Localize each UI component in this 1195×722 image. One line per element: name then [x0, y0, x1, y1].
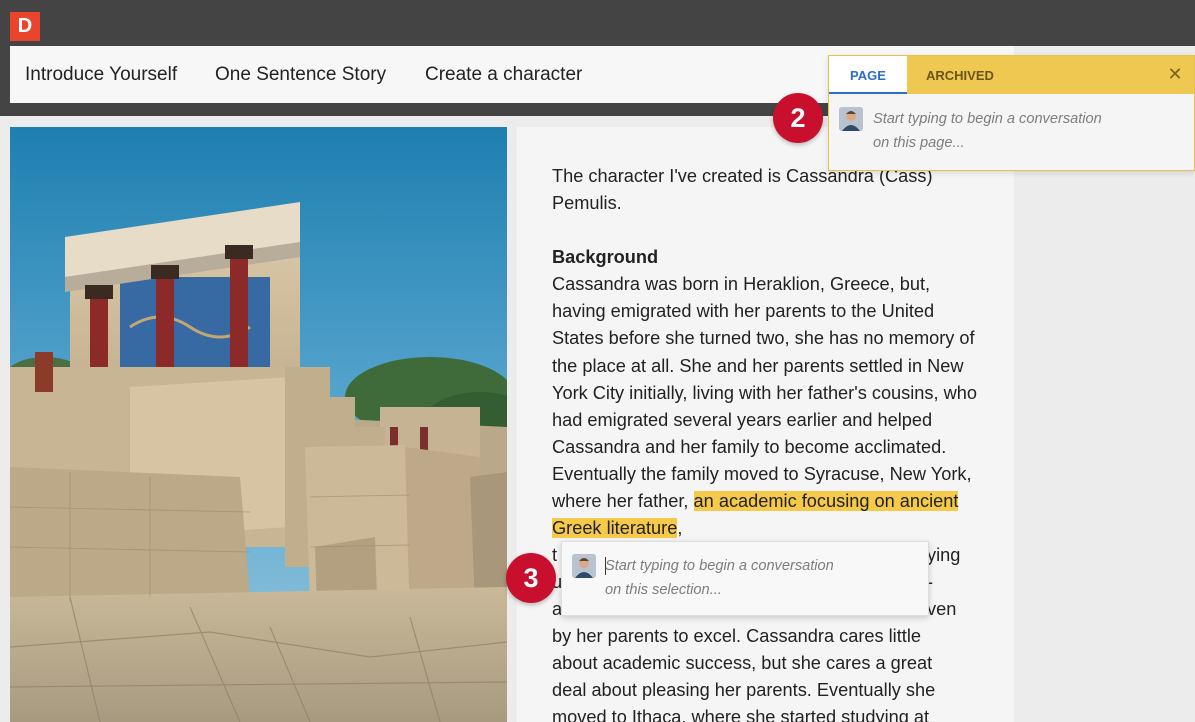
selection-placeholder-line2: on this selection...: [605, 582, 722, 598]
article-body: Cassandra was born in Heraklion, Greece,…: [552, 271, 982, 542]
body-line-3: deal about pleasing her parents. Eventua…: [552, 680, 936, 700]
nav-item-create-a-character[interactable]: Create a character: [425, 64, 582, 86]
page-comments-panel: PAGE ARCHIVED ✕ Start typing to begin a …: [828, 55, 1195, 171]
nav-item-one-sentence-story[interactable]: One Sentence Story: [215, 64, 386, 86]
article-text: The character I've created is Cassandra …: [552, 163, 982, 542]
article-intro: The character I've created is Cassandra …: [552, 166, 933, 214]
body-text-before: Cassandra was born in Heraklion, Greece,…: [552, 274, 977, 512]
app-logo[interactable]: D: [10, 12, 40, 41]
tab-page[interactable]: PAGE: [829, 56, 907, 94]
selection-comment-popup: Start typing to begin a conversation on …: [561, 541, 929, 616]
body-fragment-right-3: ven: [927, 599, 957, 619]
nav-item-introduce-yourself[interactable]: Introduce Yourself: [25, 64, 177, 86]
callout-badge-3: 3: [506, 553, 556, 603]
body-text-fragment: ,: [677, 518, 683, 539]
tab-archived[interactable]: ARCHIVED: [926, 56, 994, 94]
top-bar: D: [0, 0, 1195, 46]
article-panel: The character I've created is Cassandra …: [517, 127, 1014, 722]
page-comment-placeholder-line2: on this page...: [873, 135, 965, 151]
body-line-2: about academic success, but she cares a …: [552, 653, 933, 673]
close-icon[interactable]: ✕: [1166, 65, 1184, 83]
section-heading: Background: [552, 247, 659, 268]
page-comment-input[interactable]: Start typing to begin a conversation on …: [873, 107, 1173, 155]
selection-placeholder-line1: Start typing to begin a conversation: [605, 558, 834, 574]
body-line-4: moved to Ithaca, where she started study…: [552, 707, 930, 722]
page-comment-placeholder-line1: Start typing to begin a conversation: [873, 111, 1102, 127]
selection-comment-input[interactable]: Start typing to begin a conversation on …: [605, 554, 905, 602]
body-fragment-right-1: ying: [927, 545, 961, 565]
callout-badge-2: 2: [773, 93, 823, 143]
comment-tabs: PAGE ARCHIVED ✕: [829, 56, 1194, 94]
user-avatar: [839, 107, 863, 131]
palace-ruins-image: [10, 127, 507, 722]
body-line-1: by her parents to excel. Cassandra cares…: [552, 626, 921, 646]
user-avatar: [572, 554, 596, 578]
